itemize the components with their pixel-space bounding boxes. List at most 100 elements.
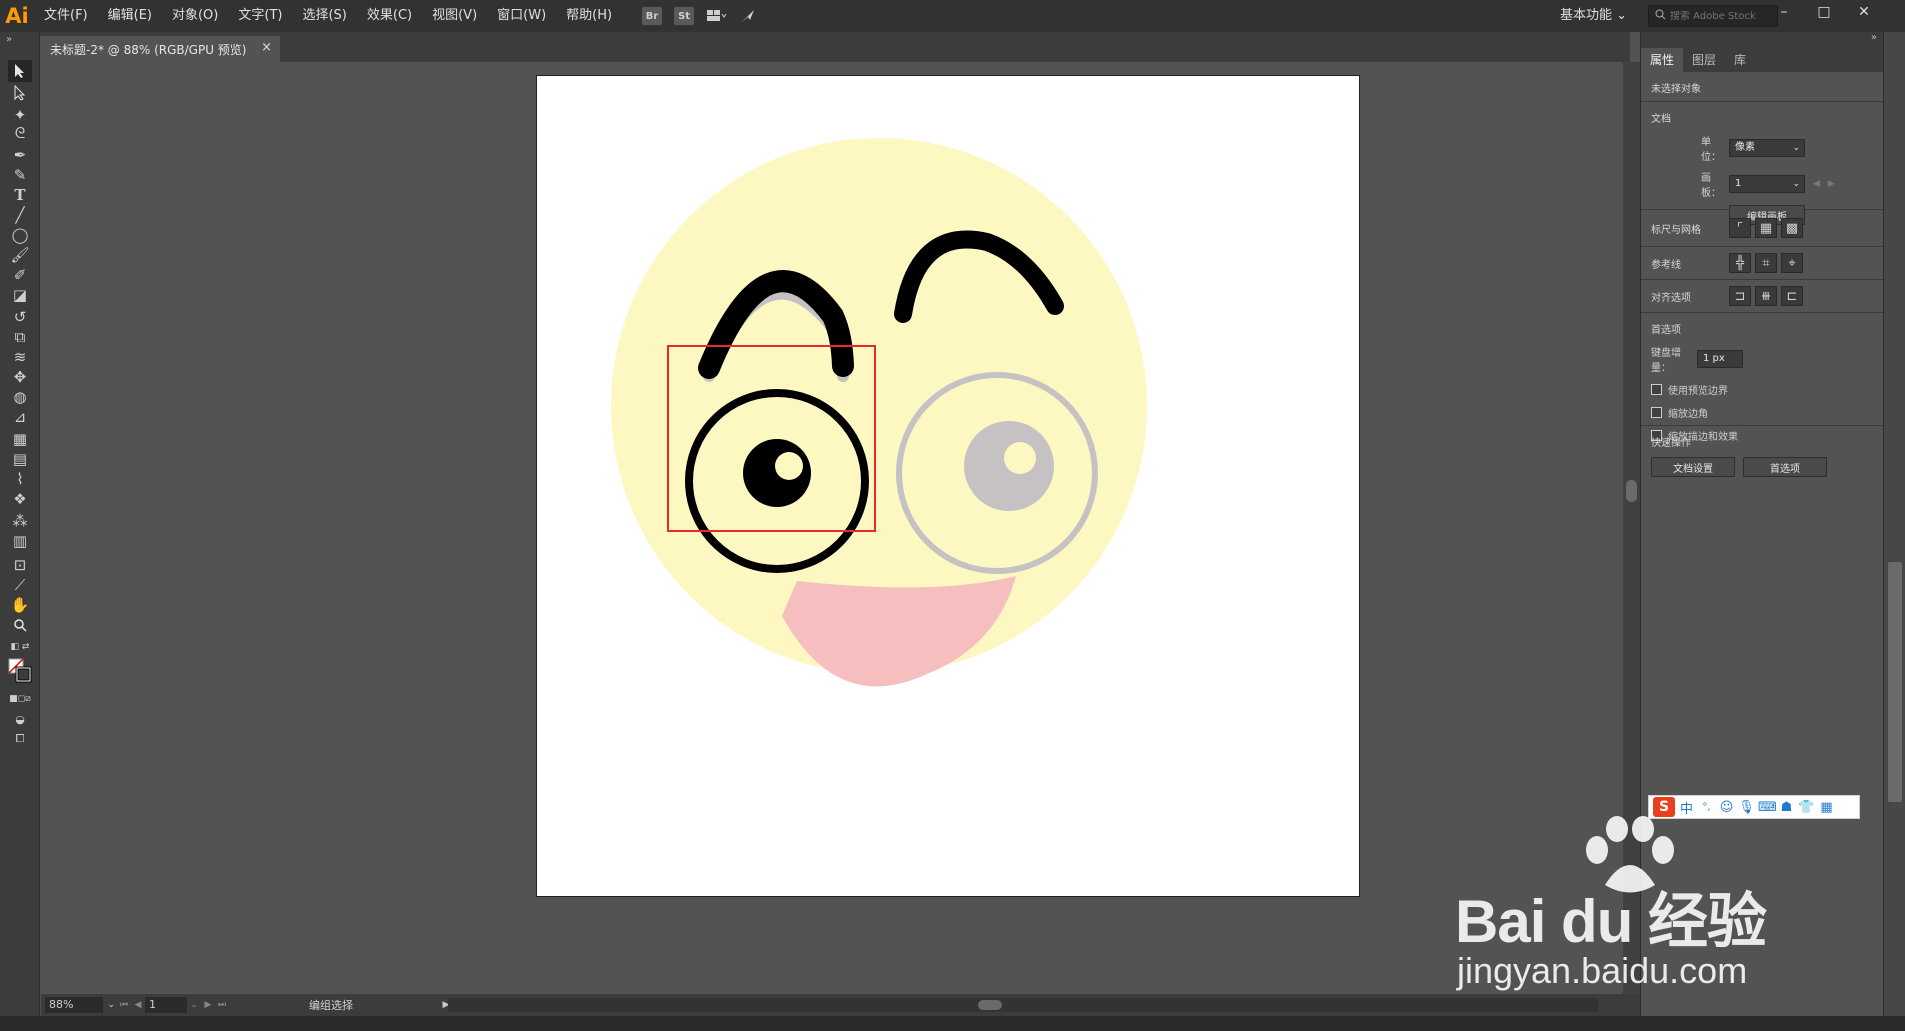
artboard-dropdown[interactable]: 1 ⌄ (1729, 175, 1805, 193)
mouth-shape[interactable] (782, 576, 1016, 687)
lasso-icon[interactable]: ᘓ (8, 122, 32, 144)
snap-to-grid-icon[interactable]: ⊏ (1781, 286, 1803, 306)
keyboard-increment-input[interactable]: 1 px (1697, 350, 1743, 368)
eraser-icon[interactable]: ◪ (8, 284, 32, 306)
draw-mode-icon[interactable]: ◒ (8, 708, 32, 730)
ime-punctuation-toggle[interactable]: °, (1698, 802, 1715, 813)
direct-selection-icon[interactable] (8, 82, 32, 104)
chevron-down-icon[interactable]: ⌄ (187, 1000, 201, 1010)
default-fill-stroke-icon[interactable]: ◧ ⇄ (8, 636, 32, 658)
menu-object[interactable]: 对象(O) (162, 0, 228, 32)
type-icon[interactable]: T (8, 184, 32, 206)
eyedropper-icon[interactable]: ⌇ (8, 468, 32, 490)
first-artboard-icon[interactable]: ⏮ (117, 1000, 131, 1010)
toolbox-icon[interactable]: ▦ (1818, 800, 1835, 815)
restore-button[interactable]: □ (1804, 0, 1844, 24)
show-guides-icon[interactable]: ╬ (1729, 253, 1751, 273)
mesh-icon[interactable]: ▦ (8, 428, 32, 450)
stock-button[interactable]: St (674, 7, 695, 25)
gpu-performance-icon[interactable] (738, 7, 758, 25)
shaper-icon[interactable]: ✐ (8, 264, 32, 286)
ellipse-icon[interactable]: ◯ (8, 224, 32, 246)
rulers-icon[interactable]: ⌜ (1729, 218, 1751, 238)
selection-icon[interactable] (8, 60, 32, 82)
graph-icon[interactable]: ▥ (8, 530, 32, 552)
next-artboard-icon[interactable]: ▶ (1828, 179, 1835, 189)
zoom-level-field[interactable]: 88% ⌄ (45, 997, 115, 1013)
ime-mode-toggle[interactable]: 中 (1678, 798, 1695, 817)
canvas-horizontal-scrollbar[interactable] (448, 998, 1598, 1012)
gradient-icon[interactable]: ▤ (8, 448, 32, 470)
menu-effect[interactable]: 效果(C) (357, 0, 422, 32)
last-artboard-icon[interactable]: ⏭ (215, 1000, 229, 1010)
canvas[interactable] (41, 62, 1623, 994)
menu-select[interactable]: 选择(S) (292, 0, 356, 32)
prev-artboard-icon[interactable]: ◀ (1813, 179, 1820, 189)
units-dropdown[interactable]: 像素 ⌄ (1729, 139, 1805, 157)
snap-to-point-icon[interactable]: ⊐ (1729, 286, 1751, 306)
preferences-button[interactable]: 首选项 (1743, 457, 1827, 477)
bridge-button[interactable]: Br (642, 7, 663, 25)
artboard[interactable] (536, 75, 1360, 897)
arrange-documents-icon[interactable] (706, 7, 727, 25)
stock-search[interactable] (1648, 5, 1780, 27)
smart-guides-icon[interactable]: ⌖ (1781, 253, 1803, 273)
menu-help[interactable]: 帮助(H) (556, 0, 622, 32)
preview-bounds-checkbox[interactable] (1651, 384, 1662, 395)
close-button[interactable]: ✕ (1844, 0, 1884, 24)
prev-artboard-icon[interactable]: ◀ (131, 1000, 145, 1010)
lock-guides-icon[interactable]: ⌗ (1755, 253, 1777, 273)
artboard-icon[interactable]: ⊡ (8, 554, 32, 576)
line-icon[interactable]: ╱ (8, 204, 32, 226)
transparency-grid-icon[interactable]: ▩ (1781, 218, 1803, 238)
scroll-thumb[interactable] (1626, 480, 1637, 502)
menu-file[interactable]: 文件(F) (34, 0, 98, 32)
panel-scrollbar[interactable] (1883, 32, 1905, 1016)
microphone-icon[interactable]: 🎙 (1738, 800, 1755, 815)
sogou-logo[interactable]: S (1653, 797, 1675, 817)
rotate-icon[interactable]: ↺ (8, 306, 32, 328)
keyboard-icon[interactable]: ⌨ (1758, 800, 1777, 815)
scale-corners-checkbox[interactable] (1651, 407, 1662, 418)
shape-builder-icon[interactable]: ◍ (8, 386, 32, 408)
collapse-toolbar-icon[interactable]: » (6, 34, 12, 45)
paintbrush-icon[interactable]: 🖌 (8, 244, 32, 266)
screen-mode-icon[interactable]: ⧠ (8, 728, 32, 750)
curvature-icon[interactable]: ✎ (8, 164, 32, 186)
collapse-panel-icon[interactable]: » (1871, 32, 1877, 43)
left-eye-highlight[interactable] (775, 452, 803, 480)
minimize-button[interactable]: – (1764, 0, 1804, 24)
menu-type[interactable]: 文字(T) (228, 0, 292, 32)
menu-view[interactable]: 视图(V) (422, 0, 487, 32)
grid-icon[interactable]: ▦ (1755, 218, 1777, 238)
scroll-thumb[interactable] (978, 1000, 1002, 1010)
document-tab[interactable]: 未标题-2* @ 88% (RGB/GPU 预览) × (40, 36, 280, 62)
warp-icon[interactable]: ≋ (8, 346, 32, 368)
perspective-icon[interactable]: ⊿ (8, 406, 32, 428)
user-icon[interactable]: ☗ (1778, 800, 1795, 815)
blend-icon[interactable]: ❖ (8, 488, 32, 510)
slice-icon[interactable]: ⟋ (8, 574, 32, 596)
pen-icon[interactable]: ✒ (8, 144, 32, 166)
document-setup-button[interactable]: 文档设置 (1651, 457, 1735, 477)
scroll-thumb[interactable] (1888, 562, 1902, 802)
scale-icon[interactable]: ⧉ (8, 326, 32, 348)
menu-window[interactable]: 窗口(W) (487, 0, 556, 32)
close-tab-icon[interactable]: × (261, 40, 272, 55)
tab-layers[interactable]: 图层 (1683, 48, 1725, 72)
tab-properties[interactable]: 属性 (1641, 48, 1684, 72)
tab-libraries[interactable]: 库 (1725, 48, 1755, 72)
skin-icon[interactable]: 👕 (1798, 800, 1815, 815)
snap-to-pixel-icon[interactable]: ⧻ (1755, 286, 1777, 306)
menu-edit[interactable]: 编辑(E) (98, 0, 162, 32)
symbol-sprayer-icon[interactable]: ⁂ (8, 510, 32, 532)
next-artboard-icon[interactable]: ▶ (201, 1000, 215, 1010)
emoji-icon[interactable]: ☺ (1718, 800, 1735, 815)
workspace-switcher[interactable]: 基本功能 ⌄ (1560, 0, 1627, 32)
right-eye-highlight[interactable] (1004, 442, 1036, 474)
zoom-icon[interactable] (8, 614, 32, 636)
fill-stroke-icon[interactable] (8, 656, 32, 686)
hand-icon[interactable]: ✋ (8, 594, 32, 616)
artboard-number-field[interactable]: 1 (145, 997, 187, 1013)
color-mode-icon[interactable]: ■◻⧄ (8, 688, 32, 710)
